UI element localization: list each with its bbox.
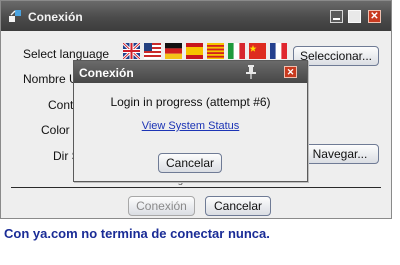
connection-icon xyxy=(9,10,21,22)
view-system-status-link[interactable]: View System Status xyxy=(74,120,307,132)
cancel-button[interactable]: Cancelar xyxy=(205,196,271,216)
spain-flag-icon[interactable] xyxy=(186,43,203,59)
login-progress-message: Login in progress (attempt #6) xyxy=(110,95,271,109)
color-label: Color xyxy=(41,123,70,137)
window-titlebar[interactable]: Conexión ✕ xyxy=(1,1,391,31)
browse-button[interactable]: Navegar... xyxy=(301,144,379,164)
close-button[interactable]: ✕ xyxy=(368,10,381,23)
pin-icon[interactable] xyxy=(245,65,257,79)
italy-flag-icon[interactable] xyxy=(228,43,245,59)
caption-text: Con ya.com no termina de conectar nunca. xyxy=(4,226,270,241)
us-flag-icon[interactable] xyxy=(144,43,161,59)
dialog-close-button[interactable]: ✕ xyxy=(284,66,297,78)
footer-divider xyxy=(11,187,381,188)
password-label: Cont xyxy=(48,98,74,112)
dialog-cancel-button[interactable]: Cancelar xyxy=(158,153,222,173)
china-flag-icon[interactable] xyxy=(249,43,266,59)
uk-flag-icon[interactable] xyxy=(123,43,140,59)
connection-dialog: Conexión ✕ Login in progress (attempt #6… xyxy=(73,60,308,182)
select-language-label: Select language xyxy=(23,47,110,61)
germany-flag-icon[interactable] xyxy=(165,43,182,59)
catalonia-flag-icon[interactable] xyxy=(207,43,224,59)
france-flag-icon[interactable] xyxy=(270,43,287,59)
dialog-titlebar[interactable]: Conexión ✕ xyxy=(74,61,307,83)
username-label: Nombre U xyxy=(23,72,78,86)
minimize-button[interactable] xyxy=(330,10,343,23)
window-title: Conexión xyxy=(28,10,83,24)
connect-button[interactable]: Conexión xyxy=(128,196,195,216)
maximize-button[interactable] xyxy=(348,10,361,23)
language-flags xyxy=(123,43,291,59)
dialog-title: Conexión xyxy=(79,66,134,80)
